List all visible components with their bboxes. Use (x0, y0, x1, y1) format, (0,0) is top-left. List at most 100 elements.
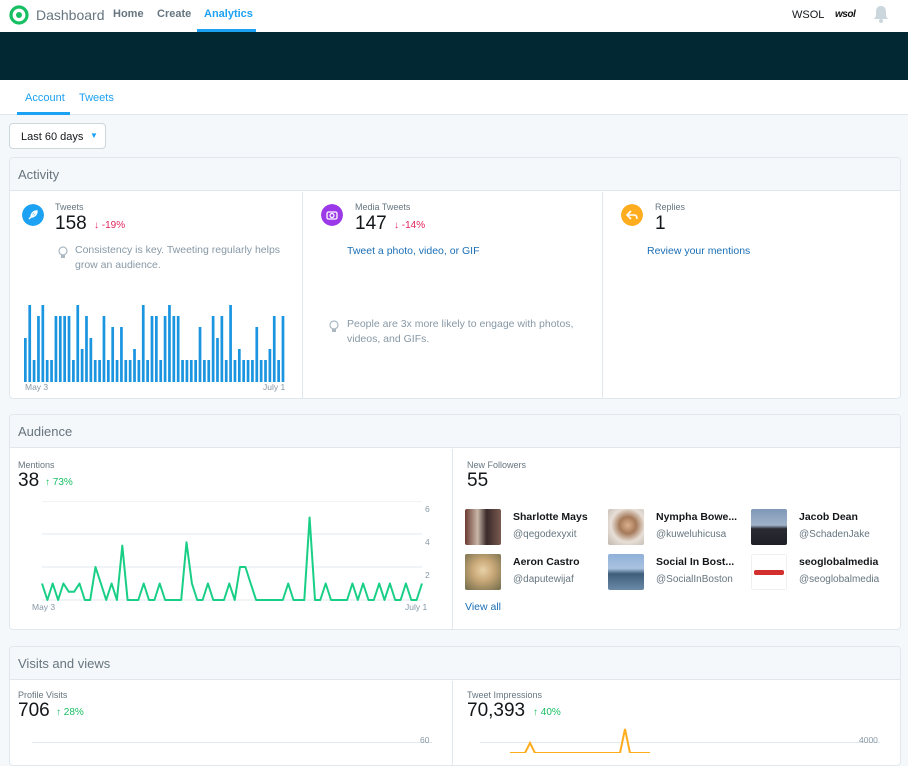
tweets-bar[interactable] (277, 360, 280, 382)
tweets-bar[interactable] (272, 316, 276, 382)
media-tweets-delta-value: -14% (401, 220, 426, 231)
tweets-bar[interactable] (176, 316, 180, 382)
mentions-chart-start: May 3 (32, 602, 56, 612)
tweets-bar[interactable] (146, 360, 149, 382)
impressions-line-chart (510, 728, 650, 753)
tweets-bar[interactable] (41, 305, 45, 382)
tweets-bar[interactable] (264, 360, 267, 382)
profile-visits-y-tick: 60 (420, 735, 430, 745)
tweets-bar[interactable] (237, 349, 241, 382)
sub-navigation: Account Tweets (0, 80, 908, 115)
follower-name[interactable]: Nympha Bowe... (656, 511, 737, 523)
tweets-bar[interactable] (259, 360, 263, 382)
follower-handle[interactable]: @qegodexyxit (513, 529, 577, 540)
tweets-bar[interactable] (37, 316, 40, 382)
tweets-bar[interactable] (76, 305, 80, 382)
dashboard-logo-icon[interactable] (9, 5, 29, 25)
tweets-bar[interactable] (67, 316, 71, 382)
view-all-followers-link[interactable]: View all (465, 601, 501, 613)
tweets-bar[interactable] (246, 360, 250, 382)
brand-title[interactable]: Dashboard (36, 7, 105, 23)
follower-name[interactable]: Jacob Dean (799, 511, 858, 523)
tweets-bar[interactable] (141, 305, 145, 382)
tweets-bar[interactable] (124, 360, 128, 382)
tweets-bar[interactable] (251, 360, 254, 382)
tweets-bar[interactable] (229, 305, 232, 382)
tweets-bar[interactable] (93, 360, 97, 382)
tweets-bar[interactable] (268, 349, 272, 382)
tweets-bar[interactable] (72, 360, 75, 382)
tweets-bar[interactable] (85, 316, 88, 382)
tweets-bar[interactable] (203, 360, 206, 382)
mentions-chart-end: July 1 (405, 602, 428, 612)
follower-handle[interactable]: @kuweluhicusa (656, 529, 726, 540)
tweet-media-link[interactable]: Tweet a photo, video, or GIF (347, 245, 480, 257)
tab-account[interactable]: Account (25, 92, 65, 104)
tweets-bar[interactable] (281, 316, 285, 382)
follower-avatar[interactable] (608, 509, 644, 545)
tweets-bar[interactable] (128, 360, 132, 382)
tweets-bar[interactable] (181, 360, 184, 382)
tweets-bar[interactable] (98, 360, 101, 382)
nav-create[interactable]: Create (157, 8, 191, 20)
tweets-bar[interactable] (168, 305, 171, 382)
tweets-bar[interactable] (233, 360, 237, 382)
follower-name[interactable]: Aeron Castro (513, 556, 580, 568)
tweets-bar[interactable] (133, 349, 136, 382)
follower-avatar[interactable] (465, 554, 501, 590)
tweet-impressions-label: Tweet Impressions (467, 690, 543, 700)
tweets-bar[interactable] (216, 338, 219, 382)
tweets-bar[interactable] (137, 360, 141, 382)
account-logo[interactable]: wsol (835, 9, 856, 20)
tweets-bar[interactable] (106, 360, 110, 382)
tweets-bar[interactable] (224, 360, 228, 382)
tweets-bar[interactable] (189, 360, 193, 382)
bell-icon[interactable] (872, 4, 890, 24)
tweets-bar[interactable] (54, 316, 58, 382)
tweets-bar[interactable] (63, 316, 67, 382)
nav-home[interactable]: Home (113, 8, 144, 20)
account-name[interactable]: WSOL (792, 9, 824, 21)
tweets-bar[interactable] (163, 316, 167, 382)
tweets-bar[interactable] (255, 327, 259, 382)
tweets-bar[interactable] (111, 327, 115, 382)
tweets-bar[interactable] (185, 360, 189, 382)
tweets-bar[interactable] (45, 360, 49, 382)
follower-avatar[interactable] (751, 554, 787, 590)
tweets-bar[interactable] (32, 360, 36, 382)
tweets-bar[interactable] (172, 316, 176, 382)
tweets-bar[interactable] (120, 327, 123, 382)
tweets-bar[interactable] (207, 360, 211, 382)
tweets-bar[interactable] (102, 316, 106, 382)
follower-avatar[interactable] (465, 509, 501, 545)
tweets-bar[interactable] (211, 316, 215, 382)
tweets-bar[interactable] (198, 327, 202, 382)
date-range-select[interactable]: Last 60 days ▼ (9, 123, 106, 149)
tweets-bar[interactable] (80, 349, 84, 382)
tweets-bar[interactable] (28, 305, 32, 382)
tweets-bar[interactable] (24, 338, 27, 382)
tweets-bar[interactable] (194, 360, 198, 382)
follower-avatar[interactable] (608, 554, 644, 590)
follower-avatar[interactable] (751, 509, 787, 545)
tweets-bar[interactable] (50, 360, 53, 382)
nav-analytics[interactable]: Analytics (204, 8, 253, 20)
tweets-bar[interactable] (159, 360, 163, 382)
tweets-bar[interactable] (115, 360, 119, 382)
tweets-bar[interactable] (155, 316, 158, 382)
follower-handle[interactable]: @seoglobalmedia (799, 574, 879, 585)
follower-name[interactable]: seoglobalmedia (799, 556, 878, 568)
follower-handle[interactable]: @SocialInBoston (656, 574, 733, 585)
mentions-series-line[interactable] (41, 516, 423, 601)
follower-handle[interactable]: @SchadenJake (799, 529, 870, 540)
review-mentions-link[interactable]: Review your mentions (647, 245, 750, 257)
tweets-bar[interactable] (220, 316, 224, 382)
tweets-bar[interactable] (89, 338, 93, 382)
tweets-bar[interactable] (58, 316, 62, 382)
tweets-bar[interactable] (150, 316, 154, 382)
follower-handle[interactable]: @daputewijaf (513, 574, 574, 585)
tab-tweets[interactable]: Tweets (79, 92, 114, 104)
follower-name[interactable]: Sharlotte Mays (513, 511, 588, 523)
follower-name[interactable]: Social In Bost... (656, 556, 734, 568)
tweets-bar[interactable] (242, 360, 246, 382)
